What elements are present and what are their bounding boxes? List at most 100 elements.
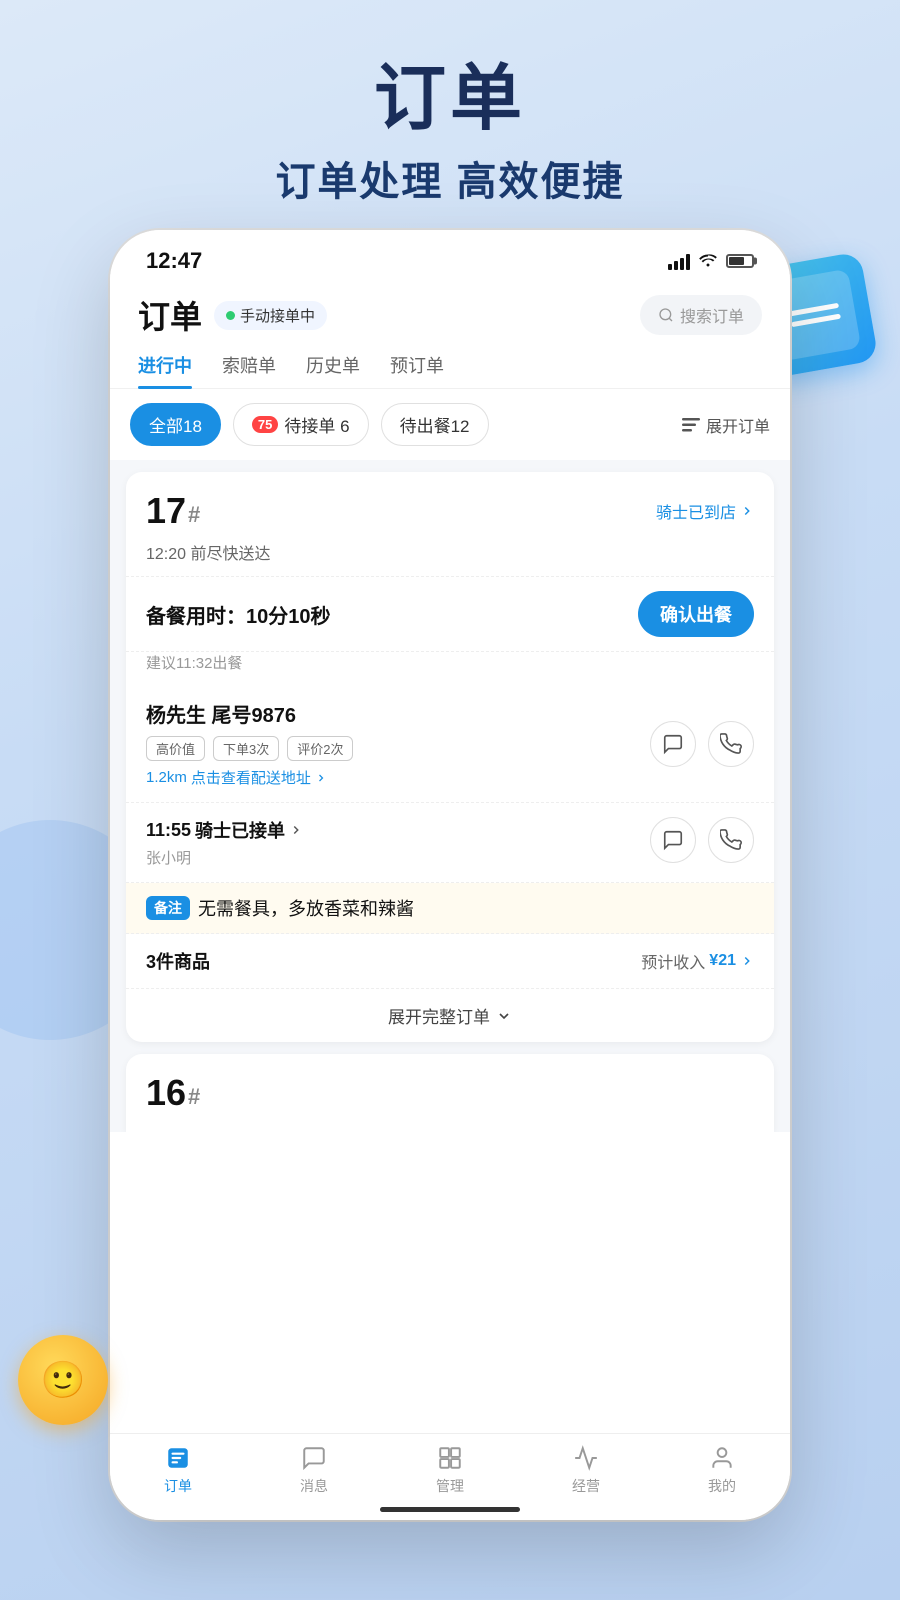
rider-status-chevron-icon — [289, 823, 303, 837]
chat-rider-button[interactable] — [650, 817, 696, 863]
suggest-time: 建议11:32出餐 — [126, 652, 774, 685]
analytics-icon — [573, 1445, 599, 1471]
tab-claims[interactable]: 索赔单 — [222, 352, 276, 388]
order-card-16: 16 # — [126, 1054, 774, 1132]
app-header-row: 订单 手动接单中 搜索订单 — [138, 292, 762, 338]
page-title: 订单 — [0, 60, 900, 139]
filter-bar: 全部18 75 待接单 6 待出餐12 展开订单 — [110, 389, 790, 460]
nav-analytics[interactable]: 经营 — [572, 1444, 600, 1496]
rider-action-icons — [650, 817, 754, 863]
rider-row: 11:55 骑士已接单 张小明 — [126, 803, 774, 883]
estimated-income[interactable]: 预计收入 ¥21 — [641, 949, 754, 973]
nav-profile[interactable]: 我的 — [708, 1444, 736, 1496]
phone-icon — [720, 733, 742, 755]
rider-info: 11:55 骑士已接单 张小明 — [146, 817, 303, 868]
rider-name: 张小明 — [146, 847, 303, 868]
call-rider-button[interactable] — [708, 817, 754, 863]
tab-reservations[interactable]: 预订单 — [390, 352, 444, 388]
signal-icon — [668, 252, 690, 270]
remark-row: 备注 无需餐具，多放香菜和辣酱 — [126, 883, 774, 934]
customer-tags: 高价值 下单3次 评价2次 — [146, 736, 650, 761]
page-subtitle: 订单处理 高效便捷 — [0, 149, 900, 207]
expand-full-order-button[interactable]: 展开完整订单 — [126, 989, 774, 1042]
wifi-icon — [698, 251, 718, 272]
chat-icon — [662, 733, 684, 755]
customer-address[interactable]: 1.2km 点击查看配送地址 — [146, 767, 650, 788]
nav-orders[interactable]: 订单 — [164, 1444, 192, 1496]
meal-prep-text: 备餐用时：10分10秒 — [146, 600, 331, 629]
app-title: 订单 — [138, 292, 202, 338]
green-dot-icon — [226, 311, 235, 320]
chevron-down-icon — [496, 1008, 512, 1024]
nav-manage-label: 管理 — [436, 1476, 464, 1496]
orders-list: 17 # 骑士已到店 12:20 前尽快送达 备餐用 — [110, 460, 790, 1132]
profile-nav-icon — [708, 1444, 736, 1472]
coin-face-icon: 🙂 — [41, 1359, 86, 1401]
message-icon — [301, 1445, 327, 1471]
analytics-nav-icon — [572, 1444, 600, 1472]
confirm-meal-button[interactable]: 确认出餐 — [638, 591, 754, 637]
nav-profile-label: 我的 — [708, 1476, 736, 1496]
order-summary-row: 3件商品 预计收入 ¥21 — [126, 934, 774, 989]
remark-text: 无需餐具，多放香菜和辣酱 — [198, 895, 414, 921]
manage-icon — [437, 1445, 463, 1471]
customer-name: 杨先生 尾号9876 — [146, 699, 650, 728]
remark-badge: 备注 — [146, 896, 190, 920]
auto-accept-badge[interactable]: 手动接单中 — [214, 301, 327, 330]
app-title-group: 订单 手动接单中 — [138, 292, 327, 338]
nav-manage[interactable]: 管理 — [436, 1444, 464, 1496]
nav-messages[interactable]: 消息 — [300, 1444, 328, 1496]
nav-messages-label: 消息 — [300, 1476, 328, 1496]
tag-high-value: 高价值 — [146, 736, 205, 761]
tag-review-count: 评价2次 — [287, 736, 353, 761]
order-number-16: 16 # — [146, 1072, 754, 1114]
orders-icon — [165, 1445, 191, 1471]
home-indicator — [380, 1507, 520, 1512]
rider-time-status[interactable]: 11:55 骑士已接单 — [146, 817, 303, 843]
filter-all[interactable]: 全部18 — [130, 403, 221, 446]
customer-row: 杨先生 尾号9876 高价值 下单3次 评价2次 1.2km 点击查看配送地址 — [126, 685, 774, 803]
filter-pending-meal[interactable]: 待出餐12 — [381, 403, 489, 446]
nav-analytics-label: 经营 — [572, 1476, 600, 1496]
filter-pending-accept[interactable]: 75 待接单 6 — [233, 403, 369, 446]
list-icon — [682, 418, 700, 432]
order-number-17: 17 # — [146, 490, 200, 532]
chevron-right-icon — [740, 504, 754, 518]
tag-order-count: 下单3次 — [213, 736, 279, 761]
chat-rider-icon — [662, 829, 684, 851]
manage-nav-icon — [436, 1444, 464, 1472]
customer-action-icons — [650, 721, 754, 767]
items-count: 3件商品 — [146, 948, 210, 974]
delivery-time-row: 12:20 前尽快送达 — [126, 540, 774, 577]
expand-orders-button[interactable]: 展开订单 — [682, 413, 770, 437]
status-bar: 12:47 — [110, 230, 790, 282]
order-header-17: 17 # 骑士已到店 — [126, 472, 774, 540]
meal-prep-row: 备餐用时：10分10秒 确认出餐 — [126, 577, 774, 652]
order-card-17: 17 # 骑士已到店 12:20 前尽快送达 备餐用 — [126, 472, 774, 1042]
search-button[interactable]: 搜索订单 — [640, 295, 762, 335]
income-chevron-icon — [740, 954, 754, 968]
search-icon — [658, 307, 674, 323]
phone-screen: 12:47 — [110, 230, 790, 1520]
tab-history[interactable]: 历史单 — [306, 352, 360, 388]
rider-arrived-status[interactable]: 骑士已到店 — [656, 499, 754, 523]
battery-icon — [726, 254, 754, 268]
call-customer-button[interactable] — [708, 721, 754, 767]
phone-rider-icon — [720, 829, 742, 851]
orders-nav-icon — [164, 1444, 192, 1472]
header-section: 订单 订单处理 高效便捷 — [0, 0, 900, 237]
profile-icon — [709, 1445, 735, 1471]
phone-mockup: 12:47 — [110, 230, 790, 1520]
tab-in-progress[interactable]: 进行中 — [138, 352, 192, 388]
income-amount: ¥21 — [709, 952, 736, 970]
deco-coin: 🙂 — [18, 1335, 108, 1425]
status-icons — [668, 251, 754, 272]
status-time: 12:47 — [146, 248, 202, 274]
tab-bar: 进行中 索赔单 历史单 预订单 — [110, 338, 790, 389]
deco-line-2 — [791, 314, 841, 328]
chevron-right-small-icon — [315, 772, 327, 784]
chat-customer-button[interactable] — [650, 721, 696, 767]
messages-nav-icon — [300, 1444, 328, 1472]
customer-info: 杨先生 尾号9876 高价值 下单3次 评价2次 1.2km 点击查看配送地址 — [146, 699, 650, 788]
app-header: 订单 手动接单中 搜索订单 — [110, 282, 790, 338]
